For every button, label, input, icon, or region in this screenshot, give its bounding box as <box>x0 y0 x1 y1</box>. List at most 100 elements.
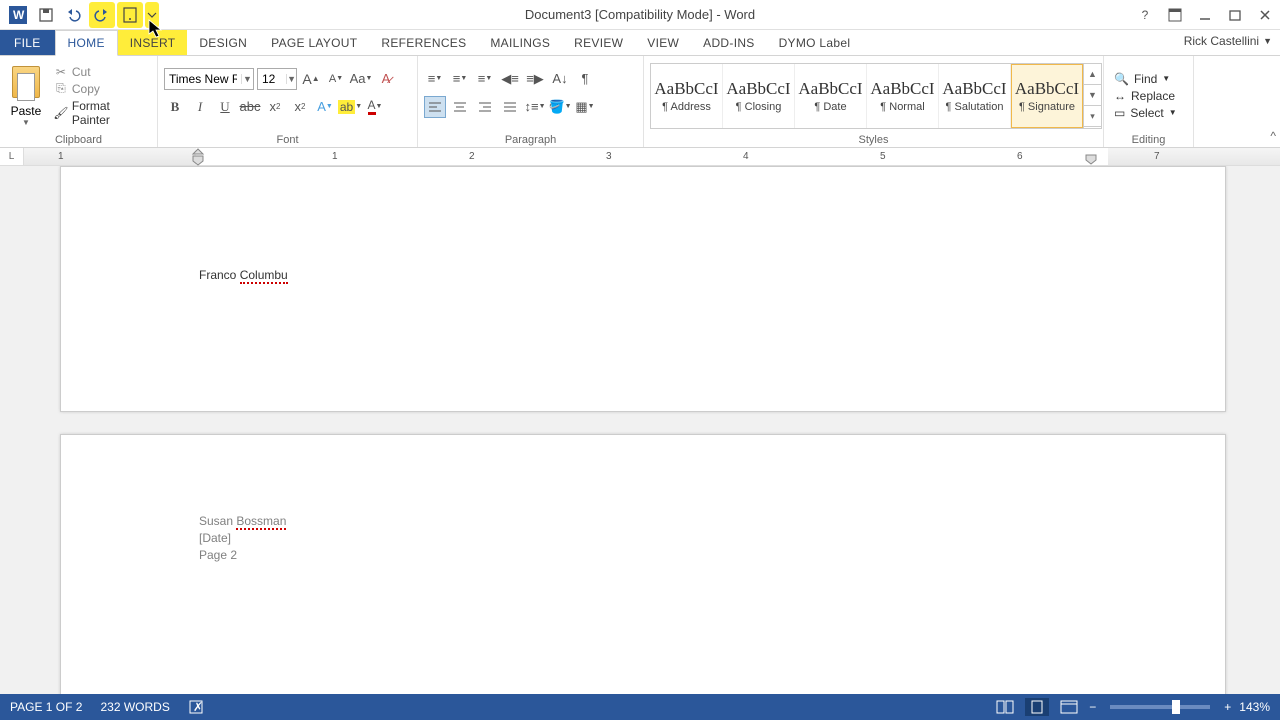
tab-insert[interactable]: INSERT <box>118 30 188 55</box>
align-left-icon[interactable] <box>424 96 446 118</box>
justify-icon[interactable] <box>499 96 521 118</box>
vertical-scrollbar[interactable] <box>1262 166 1280 694</box>
save-icon[interactable] <box>33 2 59 28</box>
shading-icon[interactable]: 🪣▼ <box>549 96 571 118</box>
paste-button[interactable]: Paste ▼ <box>6 64 46 127</box>
header-date: [Date] <box>199 530 1087 547</box>
increase-indent-icon[interactable]: ≡▶ <box>524 68 546 90</box>
web-layout-icon[interactable] <box>1057 698 1081 716</box>
zoom-out-icon[interactable]: − <box>1089 700 1096 714</box>
header-text: Susan Bossman <box>199 513 1087 530</box>
copy-button: ⎘Copy <box>54 82 151 96</box>
style-date[interactable]: AaBbCcI¶ Date <box>795 64 867 128</box>
body-text: Franco Columbu <box>199 267 1087 284</box>
tab-mailings[interactable]: MAILINGS <box>478 30 562 55</box>
align-center-icon[interactable] <box>449 96 471 118</box>
read-mode-icon[interactable] <box>993 698 1017 716</box>
zoom-level[interactable]: 143% <box>1239 700 1270 714</box>
tab-file[interactable]: FILE <box>0 30 55 55</box>
zoom-in-icon[interactable]: + <box>1224 700 1231 714</box>
style-signature[interactable]: AaBbCcI¶ Signature <box>1011 64 1083 128</box>
replace-icon: ↔ <box>1114 89 1126 103</box>
numbering-icon[interactable]: ≡▼ <box>449 68 471 90</box>
shrink-font-icon[interactable]: A▼ <box>325 68 347 90</box>
user-name[interactable]: Rick Castellini ▼ <box>1184 34 1272 48</box>
tab-review[interactable]: REVIEW <box>562 30 635 55</box>
clipboard-icon <box>12 66 40 98</box>
right-indent-icon[interactable] <box>1084 154 1098 166</box>
group-editing-label: Editing <box>1110 132 1187 147</box>
scissors-icon: ✂ <box>54 65 68 79</box>
tab-dymo[interactable]: DYMO Label <box>767 30 863 55</box>
svg-text:W: W <box>13 8 25 22</box>
style-address[interactable]: AaBbCcI¶ Address <box>651 64 723 128</box>
undo-icon[interactable] <box>61 2 87 28</box>
highlight-icon[interactable]: ab▼ <box>339 96 361 118</box>
tab-page-layout[interactable]: PAGE LAYOUT <box>259 30 369 55</box>
horizontal-ruler[interactable]: 1 1 2 3 4 5 6 7 <box>24 148 1280 165</box>
text-effects-icon[interactable]: A▼ <box>314 96 336 118</box>
change-case-icon[interactable]: Aa▼ <box>350 68 372 90</box>
brush-icon: 🖌 <box>54 106 68 120</box>
multilevel-icon[interactable]: ≡▼ <box>474 68 496 90</box>
copy-icon: ⎘ <box>54 82 68 96</box>
font-size-combo[interactable]: ▼ <box>257 68 297 90</box>
window-title: Document3 [Compatibility Mode] - Word <box>525 7 755 22</box>
svg-text:✗: ✗ <box>193 700 203 714</box>
superscript-button[interactable]: x2 <box>289 96 311 118</box>
ribbon-display-icon[interactable] <box>1160 2 1190 28</box>
select-icon: ▭ <box>1114 106 1125 120</box>
replace-button[interactable]: ↔Replace <box>1114 89 1177 103</box>
close-icon[interactable] <box>1250 2 1280 28</box>
styles-gallery[interactable]: AaBbCcI¶ Address AaBbCcI¶ Closing AaBbCc… <box>650 63 1102 129</box>
tab-references[interactable]: REFERENCES <box>369 30 478 55</box>
qat-more-icon[interactable] <box>145 2 159 28</box>
strike-button[interactable]: abc <box>239 96 261 118</box>
group-styles-label: Styles <box>650 132 1097 147</box>
sort-icon[interactable]: A↓ <box>549 68 571 90</box>
clear-format-icon[interactable]: A̷ <box>375 68 397 90</box>
vertical-ruler[interactable] <box>0 166 24 694</box>
italic-button[interactable]: I <box>189 96 211 118</box>
font-color-icon[interactable]: A▼ <box>364 96 386 118</box>
tab-design[interactable]: DESIGN <box>187 30 259 55</box>
styles-more[interactable]: ▲▼▾ <box>1083 64 1101 128</box>
zoom-slider[interactable] <box>1110 705 1210 709</box>
subscript-button[interactable]: x2 <box>264 96 286 118</box>
word-icon[interactable]: W <box>5 2 31 28</box>
format-painter-button[interactable]: 🖌Format Painter <box>54 99 151 127</box>
document-page-2[interactable]: Susan Bossman [Date] Page 2 <box>60 434 1226 694</box>
underline-button[interactable]: U <box>214 96 236 118</box>
minimize-icon[interactable] <box>1190 2 1220 28</box>
line-spacing-icon[interactable]: ↕≡▼ <box>524 96 546 118</box>
collapse-ribbon-icon[interactable]: ^ <box>1270 129 1276 143</box>
document-page-1[interactable]: Franco Columbu <box>60 166 1226 412</box>
style-closing[interactable]: AaBbCcI¶ Closing <box>723 64 795 128</box>
touch-mode-icon[interactable] <box>117 2 143 28</box>
style-salutation[interactable]: AaBbCcI¶ Salutation <box>939 64 1011 128</box>
print-layout-icon[interactable] <box>1025 698 1049 716</box>
show-marks-icon[interactable]: ¶ <box>574 68 596 90</box>
select-button[interactable]: ▭Select▼ <box>1114 106 1177 120</box>
decrease-indent-icon[interactable]: ◀≡ <box>499 68 521 90</box>
tab-selector[interactable]: L <box>0 148 24 165</box>
group-clipboard-label: Clipboard <box>6 132 151 147</box>
tab-home[interactable]: HOME <box>55 30 118 56</box>
status-page[interactable]: PAGE 1 OF 2 <box>10 700 82 714</box>
bold-button[interactable]: B <box>164 96 186 118</box>
find-button[interactable]: 🔍Find ▼ <box>1114 72 1177 86</box>
redo-icon[interactable] <box>89 2 115 28</box>
tab-view[interactable]: VIEW <box>635 30 691 55</box>
font-name-combo[interactable]: ▼ <box>164 68 254 90</box>
tab-addins[interactable]: ADD-INS <box>691 30 766 55</box>
style-normal[interactable]: AaBbCcI¶ Normal <box>867 64 939 128</box>
status-proof-icon[interactable]: ✗ <box>188 699 204 715</box>
grow-font-icon[interactable]: A▲ <box>300 68 322 90</box>
help-icon[interactable]: ? <box>1130 2 1160 28</box>
bullets-icon[interactable]: ≡▼ <box>424 68 446 90</box>
status-words[interactable]: 232 WORDS <box>100 700 169 714</box>
indent-marker-icon[interactable] <box>191 148 205 166</box>
align-right-icon[interactable] <box>474 96 496 118</box>
maximize-icon[interactable] <box>1220 2 1250 28</box>
borders-icon[interactable]: ▦▼ <box>574 96 596 118</box>
